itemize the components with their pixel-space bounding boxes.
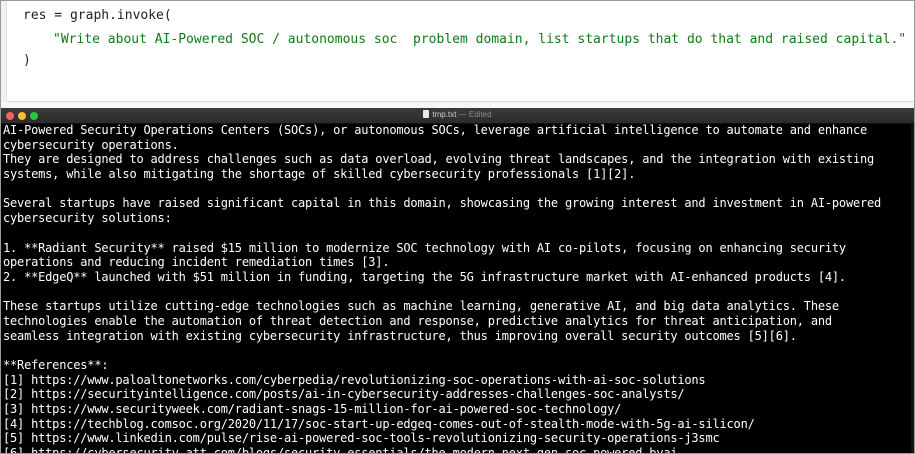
document-line: These startups utilize cutting-edge tech… xyxy=(3,299,839,314)
document-line: [5] https://www.linkedin.com/pulse/rise-… xyxy=(3,431,720,446)
document-line: technologies enable the automation of th… xyxy=(3,313,832,328)
text-editor-window: tmp.txt — Edited AI-Powered Security Ope… xyxy=(1,108,914,453)
screen: res = graph.invoke( "Write about AI-Powe… xyxy=(0,0,915,454)
window-titlebar[interactable]: tmp.txt — Edited xyxy=(1,108,914,124)
document-line: systems, while also mitigating the short… xyxy=(3,167,636,182)
vertical-scrollbar[interactable] xyxy=(911,124,914,453)
window-title-filename: tmp.txt xyxy=(432,110,457,119)
document-line: cybersecurity operations. xyxy=(3,137,179,152)
document-text-area[interactable]: AI-Powered Security Operations Centers (… xyxy=(3,123,912,453)
document-line: seamless integration with existing cyber… xyxy=(3,328,797,343)
document-line: operations and reducing incident remedia… xyxy=(3,255,390,270)
document-icon xyxy=(423,110,430,118)
document-line xyxy=(3,343,912,358)
editor-gutter xyxy=(1,1,7,102)
document-line: 2. **EdgeQ** launched with $51 million i… xyxy=(3,269,846,284)
window-title: tmp.txt — Edited xyxy=(1,110,914,119)
document-line: Several startups have raised significant… xyxy=(3,196,882,211)
code-line-3[interactable]: ) xyxy=(23,53,31,68)
document-line: [4] https://techblog.comsoc.org/2020/11/… xyxy=(3,416,755,431)
document-line: [3] https://www.securityweek.com/radiant… xyxy=(3,402,622,417)
document-line: They are designed to address challenges … xyxy=(3,152,875,167)
document-line: 1. **Radiant Security** raised $15 milli… xyxy=(3,240,846,255)
window-edited-status: — Edited xyxy=(458,110,492,119)
document-line xyxy=(3,285,912,300)
code-editor[interactable]: res = graph.invoke( "Write about AI-Powe… xyxy=(1,1,914,102)
document-line: [2] https://securityintelligence.com/pos… xyxy=(3,387,685,402)
document-line: AI-Powered Security Operations Centers (… xyxy=(3,123,868,137)
document-line: [1] https://www.paloaltonetworks.com/cyb… xyxy=(3,372,706,387)
document-line xyxy=(3,226,912,241)
document-line xyxy=(3,182,912,197)
document-line: cybersecurity solutions: xyxy=(3,211,172,226)
code-line-1[interactable]: res = graph.invoke( xyxy=(23,8,172,23)
code-line-2[interactable]: "Write about AI-Powered SOC / autonomous… xyxy=(53,32,906,47)
document-line: [6] https://cybersecurity.att.com/blogs/… xyxy=(3,446,912,453)
document-line: **References**: xyxy=(3,358,109,372)
